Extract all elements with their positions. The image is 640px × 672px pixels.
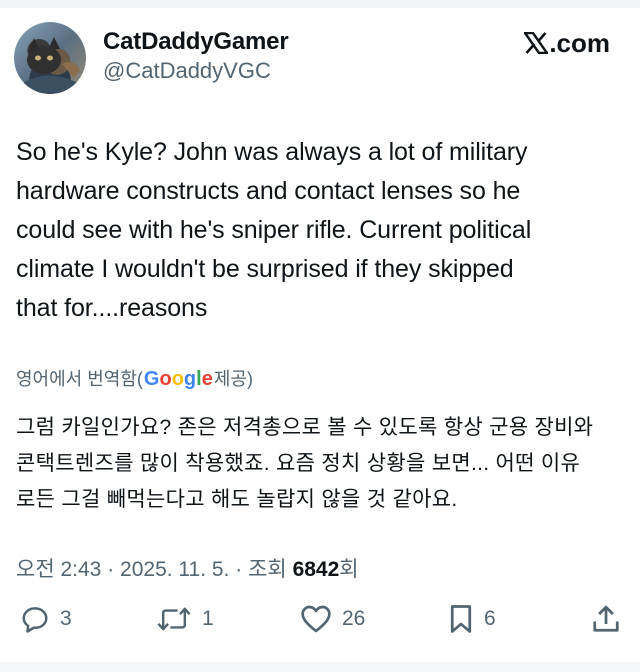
brand-mark: .com xyxy=(524,28,610,59)
google-logo: Google xyxy=(143,368,213,390)
cat-photo-icon xyxy=(24,37,80,94)
bottom-strip xyxy=(0,662,640,672)
bookmark-icon xyxy=(450,605,472,633)
retweet-icon xyxy=(157,607,191,631)
meta-separator: · xyxy=(229,558,249,581)
translated-line: 콘택트렌즈를 많이 착용했죠. 요즘 정치 상황을 보면... 어떤 이유 xyxy=(16,452,581,475)
retweet-count: 1 xyxy=(202,607,214,630)
tweet-line: hardware constructs and contact lenses s… xyxy=(16,177,521,205)
retweet-button[interactable]: 1 xyxy=(156,604,214,634)
translated-text: 그럼 카일인가요? 존은 저격총으로 볼 수 있도록 항상 군용 장비와 콘택트… xyxy=(16,410,628,518)
tweet-line: could see with he's sniper rifle. Curren… xyxy=(16,216,532,244)
meta-separator: · xyxy=(101,558,121,581)
bookmark-count: 6 xyxy=(484,607,496,630)
views-count: 6842 xyxy=(292,558,340,581)
top-strip xyxy=(0,0,640,8)
timestamp-date[interactable]: 2025. 11. 5. xyxy=(120,558,229,581)
tweet-line: that for....reasons xyxy=(16,294,208,322)
x-logo-icon xyxy=(524,30,549,54)
like-button[interactable]: 26 xyxy=(300,604,365,634)
views-suffix: 회 xyxy=(339,558,359,581)
share-button[interactable] xyxy=(592,604,630,634)
brand-label: .com xyxy=(549,28,610,58)
translation-prefix: 영어에서 번역함( xyxy=(16,369,143,389)
user-handle[interactable]: @CatDaddyVGC xyxy=(103,58,271,84)
bookmark-button[interactable]: 6 xyxy=(448,604,496,634)
reply-icon xyxy=(22,607,48,633)
tweet-line: climate I wouldn't be surprised if they … xyxy=(16,255,514,283)
share-icon xyxy=(593,605,619,632)
heart-icon xyxy=(301,605,331,633)
reply-count: 3 xyxy=(60,607,72,630)
translation-suffix: 제공) xyxy=(213,369,253,389)
views-label: 조회 xyxy=(248,558,293,581)
translated-line: 그럼 카일인가요? 존은 저격총으로 볼 수 있도록 항상 군용 장비와 xyxy=(16,416,594,439)
translated-line: 로든 그걸 빼먹는다고 해도 놀랍지 않을 것 같아요. xyxy=(16,488,458,511)
action-bar: 3 1 26 6 xyxy=(20,604,624,644)
display-name[interactable]: CatDaddyGamer xyxy=(103,28,289,56)
tweet-meta: 오전 2:43 · 2025. 11. 5. · 조회 6842회 xyxy=(16,553,359,583)
tweet-line: So he's Kyle? John was always a lot of m… xyxy=(16,138,528,166)
tweet-text: So he's Kyle? John was always a lot of m… xyxy=(16,133,628,328)
like-count: 26 xyxy=(342,607,366,630)
translation-attribution[interactable]: 영어에서 번역함( Google 제공) xyxy=(16,365,253,391)
avatar[interactable] xyxy=(14,22,86,94)
reply-button[interactable]: 3 xyxy=(20,604,72,634)
timestamp-time[interactable]: 오전 2:43 xyxy=(16,558,101,581)
